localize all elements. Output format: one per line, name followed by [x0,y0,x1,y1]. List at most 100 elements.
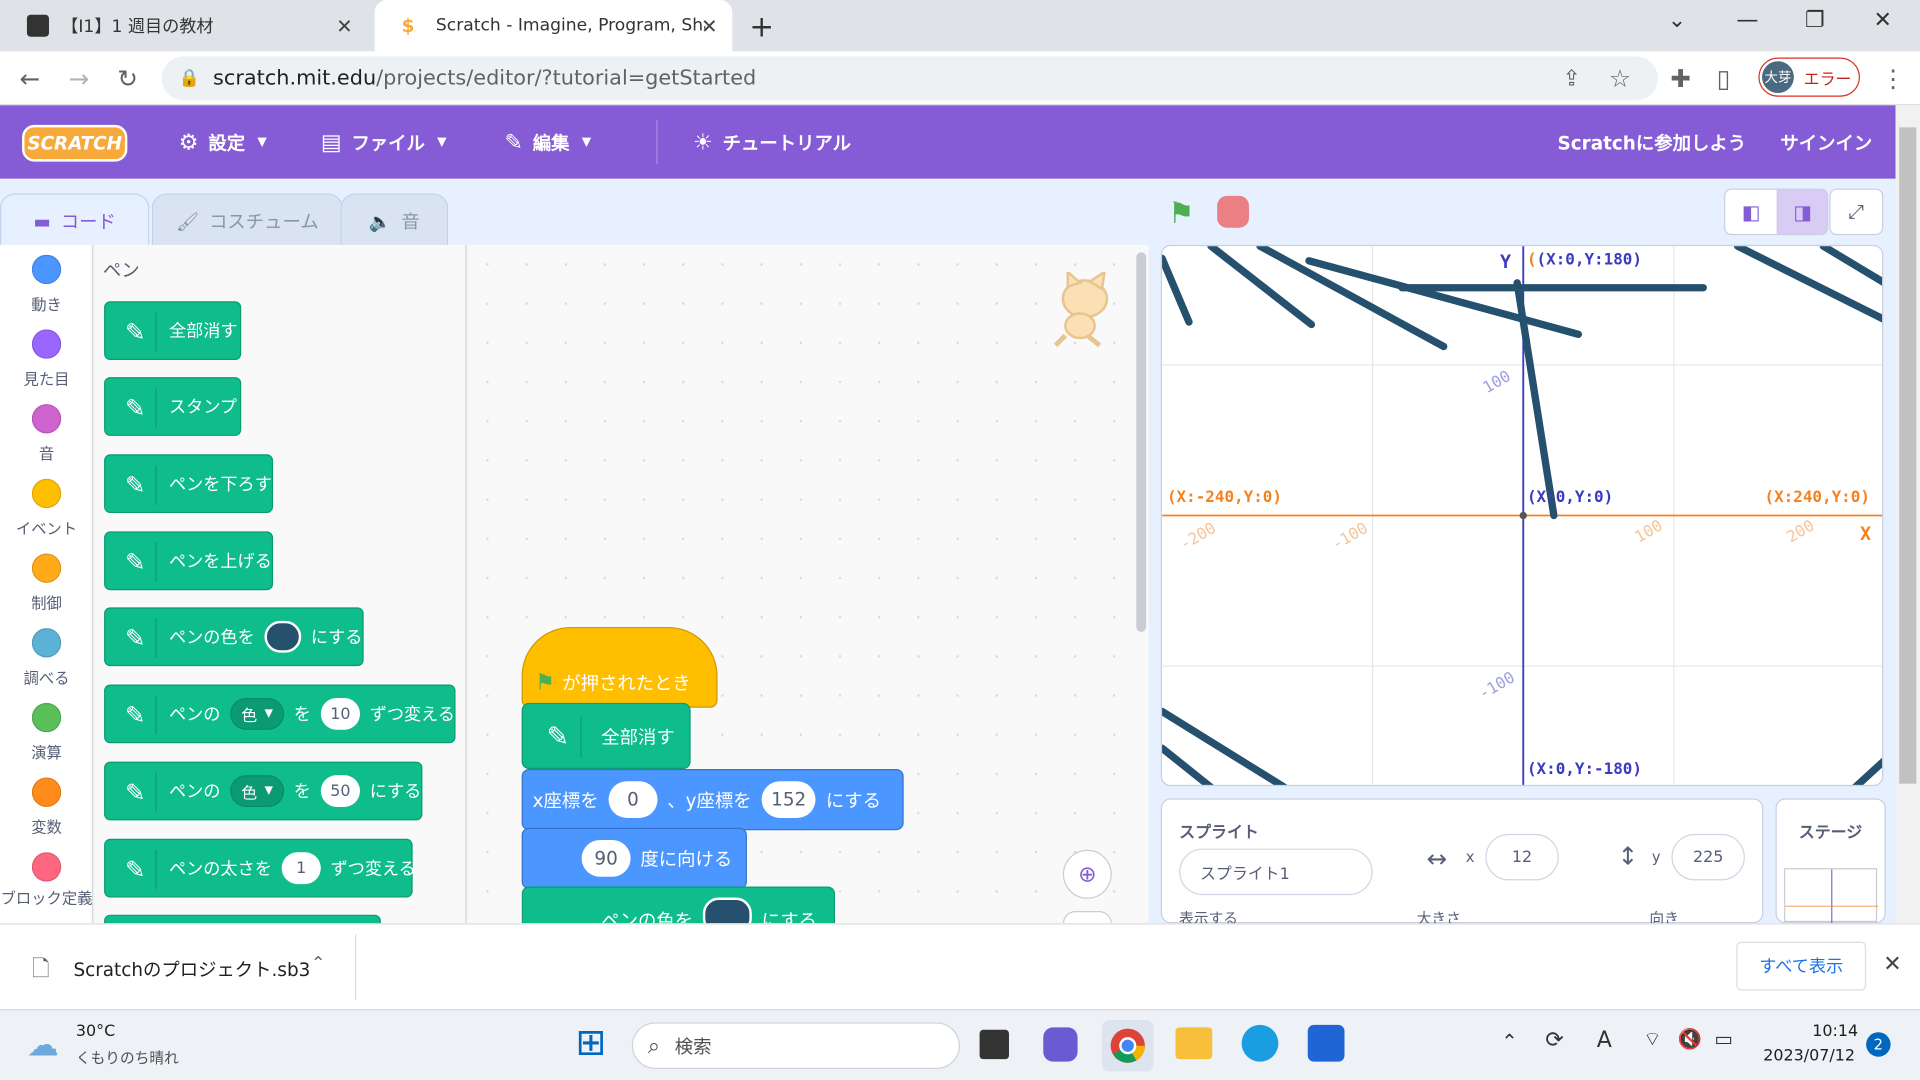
block-pen-down[interactable]: ✎ ペンを下ろす [104,454,274,514]
taskbar-search[interactable]: ⌕ 検索 [631,1022,961,1069]
volume-muted-icon[interactable]: 🔇 [1678,1027,1702,1050]
param-dropdown[interactable]: 色 ▼ [230,775,285,807]
tab-code[interactable]: ▬ コード [0,193,150,248]
number-input[interactable]: 10 [320,697,360,730]
store-icon[interactable] [1307,1024,1345,1062]
edit-menu[interactable]: ✎ 編集 ▼ [504,105,591,178]
side-panel-icon[interactable]: ▯ [1717,64,1730,93]
category-variables[interactable]: 変数 [0,777,93,838]
tab-scratch[interactable]: $ Scratch - Imagine, Program, Shar ✕ [374,0,733,52]
pen-icon: ✎ [115,772,157,812]
file-explorer-icon[interactable] [1175,1027,1213,1060]
tutorials-button[interactable]: ☀ チュートリアル [693,105,851,178]
profile-button[interactable]: 大芽 エラー [1758,57,1861,97]
pen-icon: ✎ [535,716,582,758]
green-flag-icon[interactable]: ⚑ [1168,196,1194,230]
fullscreen-icon[interactable]: ⤢ [1829,188,1884,236]
close-tab-icon[interactable]: ✕ [336,14,352,37]
category-motion[interactable]: 動き [0,254,93,315]
sprite-name-input[interactable]: スプライト1 [1179,848,1373,896]
edge-icon[interactable] [1241,1024,1279,1062]
page-scrollbar-thumb[interactable] [1899,127,1917,784]
category-sound[interactable]: 音 [0,404,93,464]
category-my-blocks[interactable]: ブロック定義 [0,852,93,908]
chevron-up-icon[interactable]: ⌃ [1501,1030,1517,1053]
close-tab-icon[interactable]: ✕ [701,14,717,37]
new-tab-icon[interactable]: + [749,10,774,44]
block-pen-up[interactable]: ✎ ペンを上げる [104,531,274,591]
join-scratch-link[interactable]: Scratchに参加しよう [1558,105,1747,178]
minimize-icon[interactable]: — [1736,7,1758,33]
script-set-pen-color[interactable]: ペンの色を にする [521,886,836,924]
block-pen-stamp[interactable]: ✎ スタンプ [104,377,242,436]
color-swatch[interactable] [264,620,302,653]
close-window-icon[interactable]: ✕ [1873,7,1891,33]
windows-start-icon[interactable]: ⊞ [576,1024,607,1062]
stage-canvas[interactable]: Y ((X:0,Y:180) (X:0,Y:-180) (X:-240,Y:0)… [1160,244,1884,787]
category-events[interactable]: イベント [0,478,93,539]
tab-course[interactable]: 【I1】1 週目の教材 ✕ [0,0,367,51]
stage-selector[interactable]: ステージ [1775,798,1886,924]
block-pen-clear[interactable]: ✎ 全部消す [104,301,242,361]
small-stage-icon[interactable]: ◧ [1724,188,1778,236]
tab-costumes[interactable]: 🖌 コスチューム [151,193,343,248]
category-sensing[interactable]: 調べる [0,628,93,688]
y-input[interactable]: 152 [761,781,817,818]
ime-icon[interactable]: A [1597,1027,1612,1053]
show-all-button[interactable]: すべて表示 [1736,941,1867,991]
forward-icon[interactable]: → [69,64,90,93]
block-set-pen-color[interactable]: ✎ ペンの色を にする [104,607,364,667]
script-clear[interactable]: ✎ 全部消す [521,702,691,769]
large-stage-icon[interactable]: ◨ [1776,188,1829,236]
category-operators[interactable]: 演算 [0,702,93,763]
close-icon[interactable]: ✕ [1883,951,1901,977]
color-swatch[interactable] [702,897,752,924]
stop-icon[interactable] [1217,195,1249,228]
sync-icon[interactable]: ⟳ [1545,1027,1563,1053]
category-looks[interactable]: 見た目 [0,329,93,389]
extensions-icon[interactable]: ✚ [1670,64,1691,93]
clock-date[interactable]: 2023/07/12 [1763,1047,1855,1065]
reload-icon[interactable]: ↻ [118,64,139,93]
settings-menu[interactable]: ⚙ 設定 ▼ [179,105,267,178]
chrome-menu-icon[interactable]: ⋮ [1881,64,1905,93]
chevron-up-icon[interactable]: ⌃ [311,954,325,974]
script-goto-xy[interactable]: x座標を 0 、y座標を 152 にする [521,768,904,831]
number-input[interactable]: 1 [281,852,321,885]
tab-sounds[interactable]: 🔈 音 [340,193,449,248]
teams-chat-icon[interactable] [1043,1027,1078,1062]
category-control[interactable]: 制御 [0,553,93,613]
block-set-pen-param[interactable]: ✎ ペンの色 ▼ を 50 にする [104,761,423,821]
download-filename[interactable]: Scratchのプロジェクト.sb3 [73,956,310,982]
file-menu[interactable]: ▤ ファイル ▼ [321,105,447,178]
block-change-pen-param[interactable]: ✎ ペンの色 ▼ を 10 ずつ変える [104,684,456,744]
share-icon[interactable]: ⇪ [1562,66,1580,92]
sprite-x-input[interactable]: 12 [1485,833,1559,881]
block-change-pen-size[interactable]: ✎ ペンの太さを 1 ずつ変える [104,838,416,898]
task-view-icon[interactable] [979,1029,1009,1060]
back-icon[interactable]: ← [20,64,41,93]
battery-icon[interactable]: ▭ [1714,1027,1733,1050]
workspace-scrollbar[interactable] [1136,252,1147,632]
address-bar[interactable]: 🔒 scratch.mit.edu/projects/editor/?tutor… [161,56,1658,101]
notification-badge[interactable]: 2 [1866,1032,1891,1057]
number-input[interactable]: 50 [320,775,360,807]
zoom-in-icon[interactable]: ⊕ [1062,849,1112,899]
wifi-icon[interactable]: ⌔ [1643,1027,1661,1051]
direction-input[interactable]: 90 [581,840,631,877]
sign-in-link[interactable]: サインイン [1780,105,1872,178]
x-input[interactable]: 0 [608,781,658,818]
sprite-y-input[interactable]: 225 [1671,833,1745,881]
scratch-logo[interactable]: SCRATCH [22,124,128,162]
script-hat-when-flag[interactable]: ⚑ が押されたとき [521,626,718,708]
bookmark-star-icon[interactable]: ☆ [1609,64,1631,93]
restore-icon[interactable]: ❐ [1805,7,1825,33]
chrome-taskbar-button[interactable] [1102,1020,1154,1072]
tab-search-icon[interactable]: ⌄ [1668,7,1686,33]
category-label: 見た目 [23,369,70,389]
zoom-out-icon[interactable] [1062,911,1112,924]
clock-time[interactable]: 10:14 [1812,1022,1858,1040]
weather-temp[interactable]: 30°C [76,1022,115,1040]
script-point-direction[interactable]: 90 度に向ける [521,827,747,889]
param-dropdown[interactable]: 色 ▼ [230,697,285,730]
